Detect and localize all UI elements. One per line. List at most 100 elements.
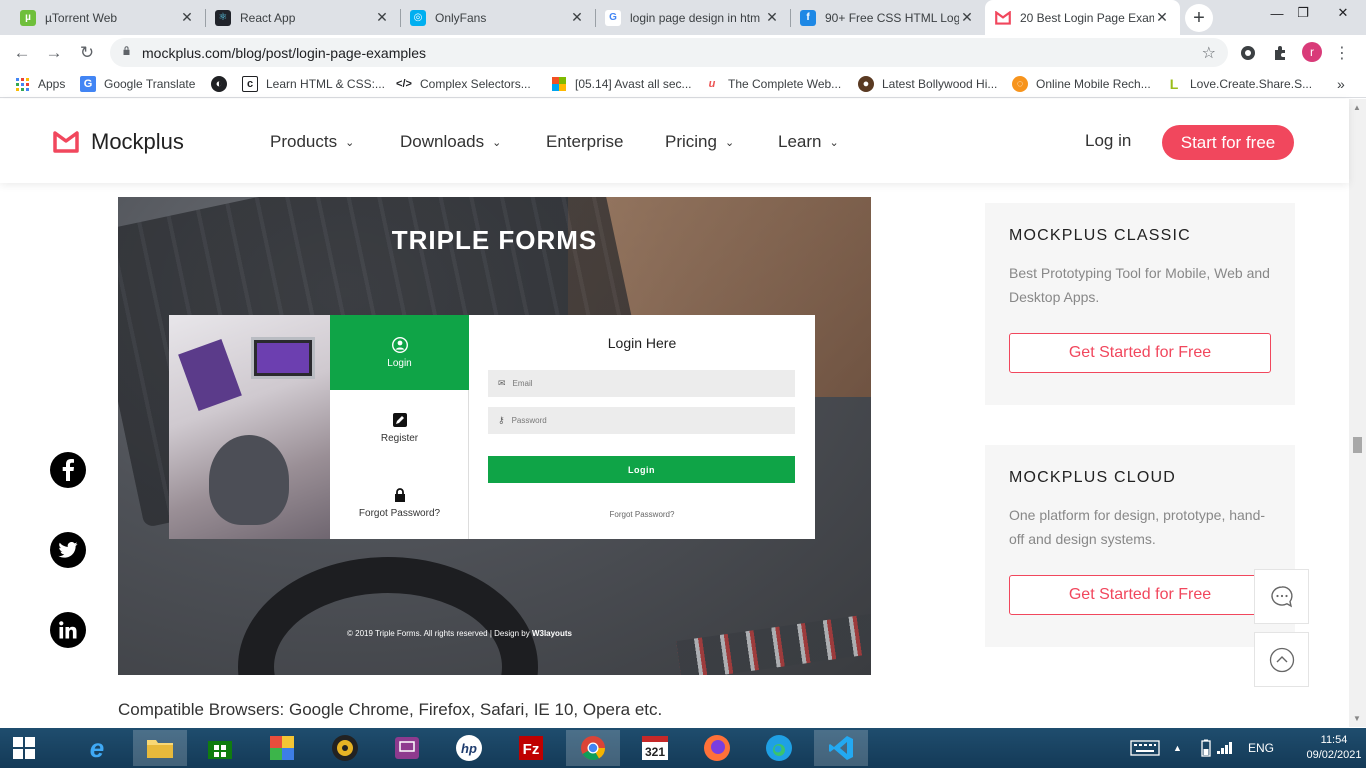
network-signal-icon[interactable]	[1216, 728, 1234, 768]
windows-start-icon[interactable]	[0, 730, 48, 766]
nav-pricing[interactable]: Pricing ⌄	[665, 132, 734, 152]
scrollbar-thumb[interactable]	[1353, 437, 1362, 453]
menu-label: Login	[387, 357, 412, 369]
tab-google-search[interactable]: G login page design in htm ✕	[595, 0, 790, 35]
forward-arrow-icon[interactable]: →	[41, 40, 67, 66]
react-icon: ⚛	[215, 9, 231, 26]
back-arrow-icon[interactable]: ←	[9, 40, 35, 66]
close-icon[interactable]: ✕	[374, 9, 390, 26]
bookmark-google-translate[interactable]: G Google Translate	[80, 75, 195, 93]
udemy-icon: u	[708, 78, 716, 90]
connect-app-icon[interactable]	[380, 730, 434, 766]
key-icon: ⚷	[498, 415, 505, 425]
hp-icon[interactable]: hp	[442, 730, 496, 766]
bookmark-star-icon[interactable]: ☆	[1202, 43, 1216, 63]
bookmark-globe[interactable]: ◐	[211, 75, 235, 93]
tab-onlyfans[interactable]: ◎ OnlyFans ✕	[400, 0, 595, 35]
edge-icon[interactable]	[752, 730, 806, 766]
firefox-icon[interactable]	[690, 730, 744, 766]
tab-free-css-login[interactable]: f 90+ Free CSS HTML Log ✕	[790, 0, 985, 35]
tab-title: µTorrent Web	[45, 10, 118, 25]
facebook-icon	[62, 459, 74, 481]
login-form-card: Login Register Forgot Password? Login He…	[169, 315, 815, 539]
avast-icon	[551, 76, 567, 92]
notebook-shape	[178, 338, 242, 412]
tab-mockplus-active[interactable]: 20 Best Login Page Exam ✕	[985, 0, 1180, 35]
close-icon[interactable]: ✕	[569, 9, 585, 26]
scroll-up-icon[interactable]: ▲	[1353, 103, 1361, 112]
linkedin-share-button[interactable]	[50, 612, 86, 648]
bookmarks-overflow-icon[interactable]: »	[1337, 75, 1345, 93]
back-to-top-button[interactable]	[1254, 632, 1309, 687]
bookmark-learn-html-css[interactable]: c Learn HTML & CSS:...	[242, 75, 385, 93]
nav-learn[interactable]: Learn ⌄	[778, 132, 839, 152]
page-scrollbar[interactable]: ▲ ▼	[1349, 99, 1366, 727]
menu-label: Register	[380, 432, 419, 444]
taskbar-clock[interactable]: 11:54 09/02/2021	[1306, 733, 1362, 763]
close-icon[interactable]: ✕	[179, 9, 195, 26]
utorrent-icon: µ	[20, 9, 36, 26]
reload-icon[interactable]: ↻	[74, 40, 100, 66]
internet-explorer-icon[interactable]: e	[70, 730, 124, 766]
get-started-cloud-button[interactable]: Get Started for Free	[1009, 575, 1271, 615]
media-player-icon[interactable]	[318, 730, 372, 766]
onlyfans-icon: ◎	[410, 9, 426, 26]
bookmark-label: Apps	[38, 77, 66, 91]
bookmark-label: Love.Create.Share.S...	[1190, 77, 1313, 91]
bollywood-icon: ●	[858, 76, 874, 92]
more-menu-icon[interactable]: ⋮	[1334, 43, 1350, 63]
filezilla-icon[interactable]: Fz	[504, 730, 558, 766]
vscode-icon[interactable]	[814, 730, 868, 766]
new-tab-button[interactable]: +	[1185, 4, 1213, 32]
bookmark-apps[interactable]: Apps	[14, 75, 65, 93]
calendar-app-icon[interactable]: 321	[628, 730, 682, 766]
bookmark-complete-web[interactable]: u The Complete Web...	[704, 75, 842, 93]
battery-icon[interactable]	[1199, 728, 1213, 768]
bookmark-mobile-recharge[interactable]: ◌ Online Mobile Rech...	[1012, 75, 1151, 93]
triple-forms-preview-image: TRIPLE FORMS Login Register Forgot Passw…	[118, 197, 871, 675]
nav-products[interactable]: Products ⌄	[270, 132, 354, 152]
profile-avatar[interactable]: r	[1302, 42, 1322, 62]
show-hidden-icons[interactable]: ▲	[1173, 728, 1182, 768]
get-started-classic-button[interactable]: Get Started for Free	[1009, 333, 1271, 373]
chrome-icon[interactable]	[566, 730, 620, 766]
file-explorer-icon[interactable]	[133, 730, 187, 766]
extension-record-icon[interactable]	[1238, 43, 1258, 63]
nav-enterprise[interactable]: Enterprise	[546, 132, 623, 152]
workspace-photo	[169, 315, 330, 539]
freefrontend-icon: f	[800, 9, 816, 26]
login-link[interactable]: Log in	[1085, 131, 1131, 151]
bookmark-complex-selectors[interactable]: </> Complex Selectors...	[396, 75, 531, 93]
twitter-share-button[interactable]	[50, 532, 86, 568]
start-for-free-button[interactable]: Start for free	[1162, 125, 1294, 160]
close-icon[interactable]: ✕	[1154, 9, 1170, 26]
puzzle-app-icon[interactable]	[255, 730, 309, 766]
nav-label: Enterprise	[546, 132, 624, 151]
bookmark-love-create-share[interactable]: L Love.Create.Share.S...	[1166, 75, 1312, 93]
window-close-button[interactable]: ✕	[1320, 0, 1366, 26]
chevron-down-icon: ⌄	[829, 136, 839, 149]
microsoft-store-icon[interactable]	[193, 730, 247, 766]
address-bar[interactable]: mockplus.com/blog/post/login-page-exampl…	[110, 38, 1228, 67]
lcs-icon: L	[1169, 76, 1179, 92]
keyboard-icon[interactable]	[1130, 728, 1160, 768]
browser-tab-strip: µ µTorrent Web ✕ ⚛ React App ✕ ◎ OnlyFan…	[0, 0, 1366, 35]
chevron-up-icon	[1269, 647, 1294, 672]
tab-title: login page design in htm	[630, 10, 761, 25]
tab-utorrent[interactable]: µ µTorrent Web ✕	[10, 0, 205, 35]
bookmark-avast[interactable]: [05.14] Avast all sec...	[551, 75, 692, 93]
menu-login: Login	[330, 315, 469, 390]
scroll-down-icon[interactable]: ▼	[1353, 714, 1361, 723]
apps-grid-icon	[14, 76, 30, 92]
chat-button[interactable]	[1254, 569, 1309, 624]
nav-downloads[interactable]: Downloads ⌄	[400, 132, 501, 152]
tab-react-app[interactable]: ⚛ React App ✕	[205, 0, 400, 35]
bookmark-bollywood[interactable]: ● Latest Bollywood Hi...	[858, 75, 997, 93]
close-icon[interactable]: ✕	[959, 9, 975, 26]
mockplus-logo[interactable]: Mockplus	[53, 129, 184, 155]
language-indicator[interactable]: ENG	[1248, 728, 1274, 768]
extensions-puzzle-icon[interactable]	[1270, 43, 1290, 63]
bookmark-label: Learn HTML & CSS:...	[266, 77, 385, 91]
close-icon[interactable]: ✕	[764, 9, 780, 26]
facebook-share-button[interactable]	[50, 452, 86, 488]
